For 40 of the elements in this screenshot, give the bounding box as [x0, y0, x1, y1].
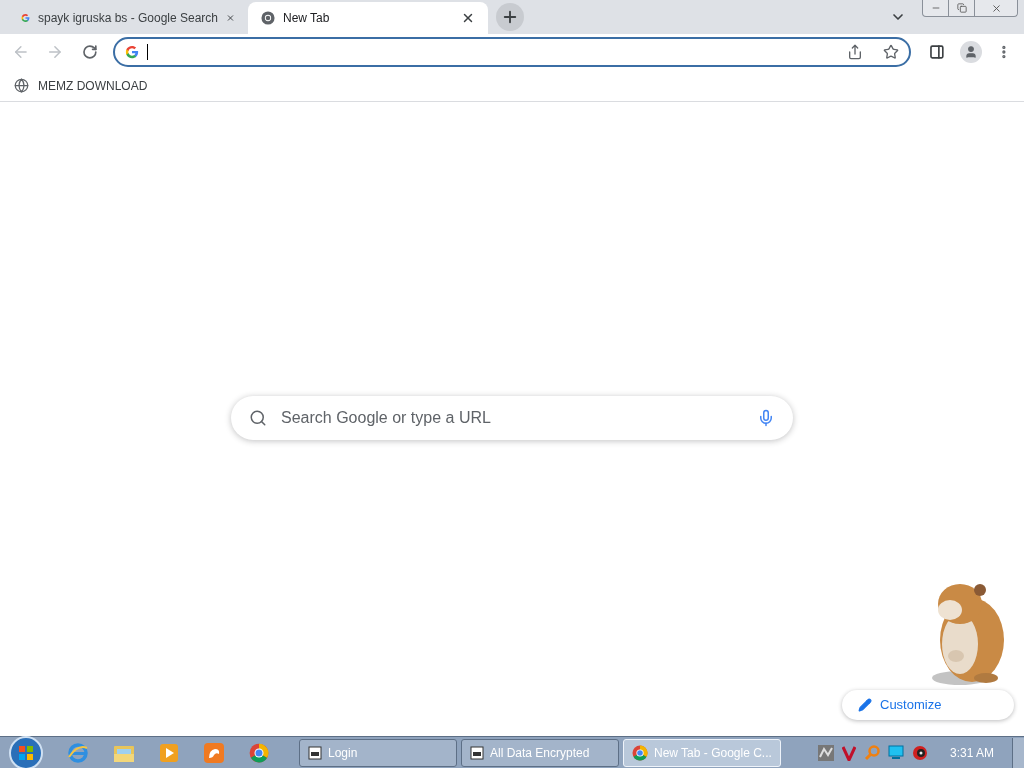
chrome-icon	[261, 11, 275, 25]
chrome-icon	[632, 744, 648, 761]
address-bar[interactable]	[113, 37, 911, 67]
v-letter-icon[interactable]	[841, 744, 856, 761]
tab-title: spayk igruska bs - Google Search	[37, 10, 219, 27]
browser-e-icon[interactable]	[67, 741, 89, 764]
plus-icon	[501, 8, 519, 26]
chrome-icon	[249, 742, 269, 763]
windows-logo-icon	[18, 744, 34, 761]
star-icon[interactable]	[882, 44, 899, 60]
clock[interactable]: 3:31 AM	[949, 743, 994, 762]
show-desktop-button[interactable]	[1012, 737, 1024, 768]
side-panel-icon[interactable]	[928, 44, 945, 60]
window-icon	[308, 745, 322, 760]
speaker-icon[interactable]	[911, 744, 928, 761]
window-icon	[470, 745, 484, 760]
close-icon[interactable]	[461, 11, 475, 25]
media-player-icon[interactable]	[159, 742, 179, 763]
new-tab-button[interactable]	[496, 3, 524, 31]
mic-icon[interactable]	[757, 409, 775, 427]
browser-tab[interactable]: New Tab	[248, 2, 488, 34]
reload-icon[interactable]	[81, 44, 98, 60]
start-button[interactable]	[9, 735, 43, 768]
restore-icon	[956, 3, 967, 13]
pencil-icon	[858, 698, 872, 712]
share-icon[interactable]	[846, 44, 863, 60]
google-logo-icon	[125, 45, 140, 59]
monitor-icon[interactable]	[887, 745, 904, 760]
close-icon	[990, 2, 1002, 14]
profile-avatar[interactable]	[960, 41, 983, 63]
search-field[interactable]: Search Google or type a URL	[281, 406, 743, 430]
globe-icon	[14, 78, 29, 93]
text-cursor	[147, 44, 149, 60]
search-icon	[249, 409, 267, 427]
back-icon[interactable]	[12, 43, 30, 61]
customize-button[interactable]: Customize	[842, 690, 1014, 720]
tab-title: New Tab	[283, 10, 331, 27]
google-logo-icon	[21, 11, 30, 25]
bookmark-item[interactable]: MEMZ DOWNLOAD	[14, 76, 148, 95]
network-icon[interactable]	[817, 744, 834, 761]
